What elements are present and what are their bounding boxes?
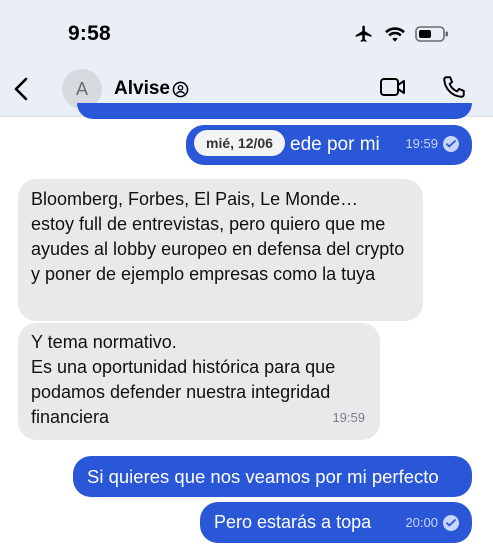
avatar-initial: A bbox=[75, 78, 88, 99]
verified-icon bbox=[172, 81, 189, 103]
video-call-icon bbox=[380, 78, 405, 96]
chat-screen: 9:58 A Alvise ede por mi 19:59 mié, 12/0… bbox=[0, 0, 493, 554]
phone-call-icon bbox=[443, 76, 465, 98]
message-bubble-incoming[interactable]: Y tema normativo. Es una oportunidad his… bbox=[18, 323, 380, 440]
status-bar: 9:58 bbox=[0, 0, 493, 62]
contact-name[interactable]: Alvise bbox=[114, 78, 170, 100]
message-meta: 19:59 bbox=[405, 131, 460, 156]
message-text: Si quieres que nos veamos por mi perfect… bbox=[87, 466, 439, 487]
phone-call-button[interactable] bbox=[441, 74, 467, 105]
status-icons bbox=[353, 24, 449, 49]
message-bubble-partial bbox=[77, 103, 472, 119]
message-text: Y tema normativo. Es una oportunidad his… bbox=[31, 332, 336, 427]
message-list[interactable]: ede por mi 19:59 mié, 12/06 Bloomberg, F… bbox=[0, 103, 493, 554]
video-call-button[interactable] bbox=[379, 76, 407, 103]
message-time: 19:59 bbox=[332, 410, 365, 425]
back-chevron-icon bbox=[14, 77, 28, 101]
back-button[interactable] bbox=[8, 72, 34, 106]
message-bubble-outgoing[interactable]: Si quieres que nos veamos por mi perfect… bbox=[73, 456, 472, 497]
airplane-icon bbox=[353, 24, 375, 49]
message-text: Bloomberg, Forbes, El Pais, Le Monde… es… bbox=[31, 189, 405, 284]
message-bubble-incoming[interactable]: Bloomberg, Forbes, El Pais, Le Monde… es… bbox=[18, 179, 423, 321]
message-bubble-outgoing[interactable]: Pero estarás a topa 20:00 bbox=[200, 502, 472, 543]
message-text: ede por mi bbox=[290, 134, 380, 155]
message-meta: 19:59 bbox=[332, 405, 365, 430]
message-meta: 20:00 bbox=[405, 510, 460, 535]
read-receipt-icon bbox=[443, 135, 459, 152]
wifi-icon bbox=[384, 25, 406, 48]
date-separator: mié, 12/06 bbox=[194, 130, 285, 156]
message-time: 20:00 bbox=[405, 515, 438, 530]
read-receipt-icon bbox=[443, 514, 459, 531]
message-time: 19:59 bbox=[405, 136, 438, 151]
battery-icon bbox=[415, 25, 449, 48]
status-time: 9:58 bbox=[68, 22, 111, 45]
